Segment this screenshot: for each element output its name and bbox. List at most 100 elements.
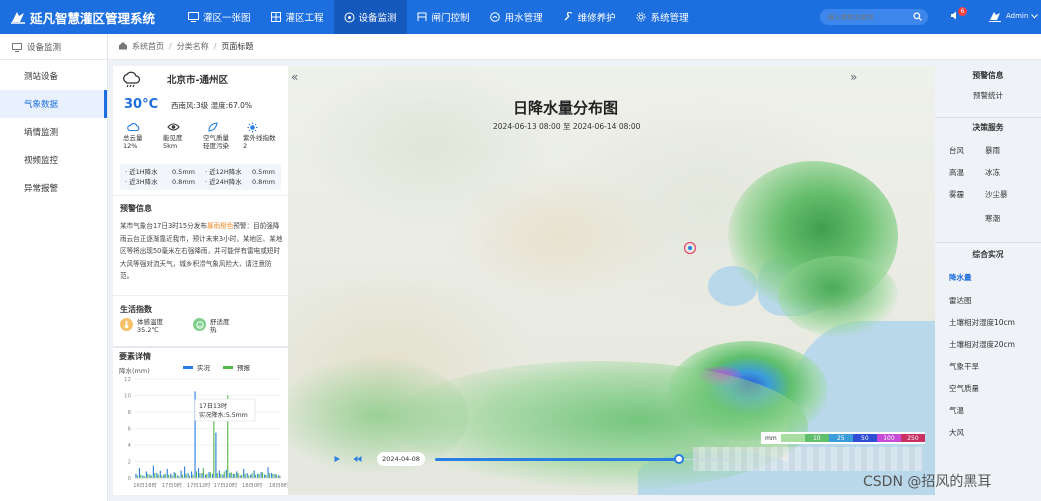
x-tick-label: 17日20时 bbox=[214, 481, 238, 489]
sidebar-item-soil-moisture[interactable]: 墒情监测 bbox=[0, 118, 107, 146]
bar-actual bbox=[260, 472, 262, 478]
tooltip-value: 实况降水:5.5mm bbox=[199, 411, 248, 419]
sidebar-item-alarms[interactable]: 异常报警 bbox=[0, 174, 107, 202]
rain-band-korea bbox=[778, 256, 898, 336]
bar-forecast bbox=[206, 473, 208, 478]
item-soil-humidity-10cm[interactable]: 土壤相对湿度10cm bbox=[949, 317, 1015, 328]
bar-forecast bbox=[255, 474, 257, 478]
x-tick-label: 17日0时 bbox=[162, 481, 182, 489]
breadcrumb-home[interactable]: 系统首页 bbox=[132, 41, 164, 52]
watermark: CSDN @招风的黑耳 bbox=[863, 474, 992, 490]
nav-item-system[interactable]: 系统管理 bbox=[626, 0, 699, 34]
sidebar-header: 设备监测 bbox=[0, 34, 107, 60]
bar-forecast bbox=[209, 472, 211, 478]
item-rainstorm[interactable]: 暴雨 bbox=[985, 145, 1000, 156]
bar-forecast bbox=[248, 475, 250, 478]
search-input[interactable] bbox=[828, 13, 912, 21]
item-haze[interactable]: 雾霾 bbox=[949, 189, 964, 200]
scale-unit: mm bbox=[765, 434, 777, 442]
search-icon[interactable] bbox=[913, 12, 922, 23]
y-tick-label: 4 bbox=[128, 443, 132, 449]
rainfall-map[interactable]: « » 日降水量分布图 2024-06-13 08:00 至 2024-06-1… bbox=[288, 66, 935, 495]
bar-actual bbox=[142, 475, 144, 478]
device-icon bbox=[344, 12, 355, 23]
item-cold-wave[interactable]: 寒潮 bbox=[985, 213, 1000, 224]
rain-value: 0.5mm bbox=[171, 168, 195, 176]
nav-item-water-management[interactable]: 用水管理 bbox=[480, 0, 553, 34]
city-name: 北京市-通州区 bbox=[167, 75, 228, 86]
metric-label: 空气质量 bbox=[203, 134, 229, 142]
nav-item-maintenance[interactable]: 维修养护 bbox=[553, 0, 626, 34]
timeline-handle[interactable] bbox=[674, 454, 684, 464]
item-freezing[interactable]: 冰冻 bbox=[985, 167, 1000, 178]
item-drought[interactable]: 气象干旱 bbox=[949, 361, 979, 372]
item-strong-wind[interactable]: 大风 bbox=[949, 427, 964, 438]
chart-title: 要素详情 bbox=[119, 352, 151, 361]
item-temperature[interactable]: 气温 bbox=[949, 405, 964, 416]
bar-actual bbox=[274, 473, 276, 478]
bar-forecast bbox=[258, 473, 260, 478]
bar-forecast bbox=[136, 475, 138, 478]
legend-actual[interactable]: 实况 bbox=[183, 362, 210, 372]
timeline-track[interactable] bbox=[682, 459, 730, 460]
main-nav: 灌区一张图 灌区工程 设备监测 闸门控制 用水管理 维修养护 系统管理 bbox=[178, 0, 699, 34]
y-tick-label: 10 bbox=[124, 394, 131, 400]
bar-actual bbox=[239, 475, 241, 478]
nav-item-gate-control[interactable]: 闸门控制 bbox=[407, 0, 480, 34]
timeline-date: 2024-04-08 bbox=[377, 452, 425, 466]
divider bbox=[113, 295, 288, 296]
precipitation-bar-chart[interactable]: 12 10 8 6 4 2 016日18时 17日0时 17日12时 17日20时 18日0时 18日… bbox=[113, 375, 288, 495]
collapse-left-icon[interactable]: « bbox=[291, 70, 298, 84]
timeline-progress[interactable] bbox=[435, 458, 680, 461]
sidebar-item-label: 视频监控 bbox=[24, 156, 59, 166]
item-high-temp[interactable]: 高温 bbox=[949, 167, 964, 178]
item-precipitation[interactable]: 降水量 bbox=[949, 272, 972, 283]
item-typhoon[interactable]: 台风 bbox=[949, 145, 964, 156]
bar-forecast bbox=[216, 473, 218, 478]
breadcrumb-category[interactable]: 分类名称 bbox=[177, 41, 209, 52]
item-soil-humidity-20cm[interactable]: 土壤相对湿度20cm bbox=[949, 339, 1015, 350]
bar-actual bbox=[159, 470, 161, 478]
rewind-icon[interactable] bbox=[350, 452, 364, 466]
bar-actual bbox=[215, 432, 217, 478]
wind-humidity: 西南风:3级 湿度:67.0% bbox=[171, 101, 253, 110]
nav-item-device-monitor[interactable]: 设备监测 bbox=[333, 0, 407, 34]
nav-label: 灌区工程 bbox=[285, 13, 324, 24]
item-radar[interactable]: 雷达图 bbox=[949, 295, 972, 306]
life-comfort: 舒适度热 bbox=[193, 318, 230, 334]
metric-visibility: 能见度 5km bbox=[161, 122, 201, 150]
nav-item-map[interactable]: 灌区一张图 bbox=[178, 0, 261, 34]
bar-forecast bbox=[171, 475, 173, 478]
bar-forecast bbox=[279, 475, 281, 478]
item-sandstorm[interactable]: 沙尘暴 bbox=[985, 189, 1008, 200]
location-pin-icon[interactable] bbox=[683, 241, 697, 258]
bar-actual bbox=[180, 470, 182, 478]
app-logo[interactable]: 延凡智慧灌区管理系统 bbox=[0, 8, 178, 27]
bar-actual bbox=[257, 473, 259, 478]
bar-forecast bbox=[154, 473, 156, 478]
warning-title: 预警信息 bbox=[120, 204, 152, 213]
rain-label: · 近1H降水 bbox=[125, 168, 158, 176]
precipitation-summary: · 近1H降水 0.5mm · 近3H降水 0.8mm · 近12H降水 0.5mm … bbox=[120, 164, 281, 190]
item-air-quality[interactable]: 空气质量 bbox=[949, 383, 979, 394]
sidebar-item-label: 测站设备 bbox=[24, 72, 59, 82]
time-slider: 2024-04-08 bbox=[330, 450, 730, 468]
scale-swatch: 50 bbox=[852, 434, 877, 442]
sidebar-item-station-devices[interactable]: 测站设备 bbox=[0, 62, 107, 90]
item-warning-stats[interactable]: 预警统计 bbox=[973, 90, 1003, 101]
bar-actual bbox=[218, 470, 220, 478]
tooltip-time: 17日13时 bbox=[199, 402, 227, 410]
collapse-right-icon[interactable]: » bbox=[850, 70, 857, 84]
current-temperature: 30°C bbox=[124, 97, 159, 112]
sidebar-item-video[interactable]: 视频监控 bbox=[0, 146, 107, 174]
y-tick-label: 2 bbox=[128, 460, 132, 466]
play-icon[interactable] bbox=[330, 452, 344, 466]
user-menu[interactable]: Admin bbox=[988, 10, 1039, 22]
bar-forecast bbox=[175, 473, 177, 478]
sidebar-item-weather-data[interactable]: 气象数据 bbox=[0, 90, 107, 118]
bar-forecast bbox=[164, 473, 166, 478]
nav-item-engineering[interactable]: 灌区工程 bbox=[261, 0, 334, 34]
top-bar: 延凡智慧灌区管理系统 灌区一张图 灌区工程 设备监测 闸门控制 用水管理 维修养… bbox=[0, 0, 1041, 34]
legend-forecast[interactable]: 预报 bbox=[223, 362, 250, 372]
warning-level: 暴雨橙色 bbox=[206, 222, 234, 230]
